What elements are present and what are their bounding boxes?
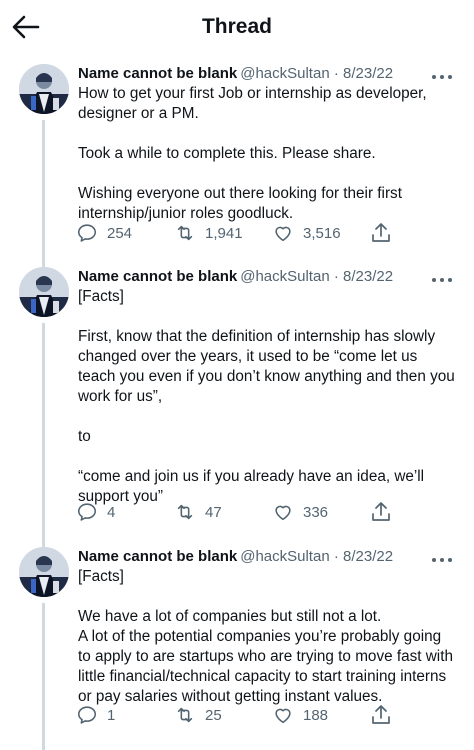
tweet-actions: 1 25 188 (76, 703, 396, 729)
retweet-count: 25 (205, 706, 222, 724)
retweet-button[interactable]: 25 (174, 703, 222, 727)
tweet-date[interactable]: 8/23/22 (343, 268, 393, 285)
like-count: 336 (303, 503, 329, 521)
retweet-count: 47 (205, 503, 222, 521)
more-icon (432, 558, 452, 562)
author-handle[interactable]: @hackSultan (240, 268, 329, 285)
avatar[interactable] (19, 547, 69, 597)
reply-count: 4 (107, 503, 116, 521)
thread-line (42, 120, 45, 264)
share-icon (372, 705, 390, 724)
tweet[interactable]: Name cannot be blank @hackSultan · 8/23/2… (0, 264, 474, 544)
more-icon (432, 278, 452, 282)
retweet-button[interactable]: 47 (174, 500, 222, 524)
tweet[interactable]: Name cannot be blank @hackSultan · 8/23/2… (0, 64, 474, 264)
avatar[interactable] (19, 64, 69, 114)
tweet-header: Name cannot be blank @hackSultan · 8/23/2… (78, 64, 393, 86)
tweet-paragraph: [Facts] (78, 568, 124, 585)
author-name[interactable]: Name cannot be blank (78, 65, 237, 82)
retweet-icon (177, 504, 193, 520)
tweet-actions: 254 1,941 3,516 (76, 221, 396, 247)
retweet-icon (177, 225, 193, 241)
share-button[interactable] (370, 703, 392, 727)
reply-count: 254 (107, 224, 133, 242)
avatar-image (19, 64, 69, 114)
tweet-paragraph: First, know that the definition of inter… (78, 328, 455, 405)
avatar-image (19, 267, 69, 317)
tweet-paragraph: We have a lot of companies but still not… (78, 608, 453, 705)
reply-button[interactable]: 4 (76, 500, 115, 524)
separator: · (333, 268, 339, 285)
tweet[interactable]: Name cannot be blank @hackSultan · 8/23/2… (0, 544, 474, 750)
tweet-paragraph: Took a while to complete this. Please sh… (78, 145, 376, 162)
share-icon (372, 223, 390, 242)
tweet-text: [Facts] We have a lot of companies but s… (78, 567, 458, 707)
page-title: Thread (201, 15, 272, 38)
separator: · (333, 548, 339, 565)
retweet-icon (177, 707, 193, 723)
thread-line (42, 603, 45, 750)
more-options-button[interactable] (430, 552, 454, 562)
like-button[interactable]: 188 (272, 703, 328, 727)
tweet-header: Name cannot be blank @hackSultan · 8/23/2… (78, 547, 393, 569)
retweet-button[interactable]: 1,941 (174, 221, 243, 245)
reply-button[interactable]: 254 (76, 221, 132, 245)
more-options-button[interactable] (430, 69, 454, 79)
more-icon (432, 75, 452, 79)
author-handle[interactable]: @hackSultan (240, 548, 329, 565)
thread-line (42, 323, 45, 544)
retweet-count: 1,941 (205, 224, 243, 242)
separator: · (333, 65, 339, 82)
avatar[interactable] (19, 267, 69, 317)
share-icon (372, 502, 390, 521)
tweet-date[interactable]: 8/23/22 (343, 65, 393, 82)
heart-icon (275, 708, 291, 724)
reply-count: 1 (107, 706, 116, 724)
thread-header: Thread (0, 0, 474, 52)
tweet-text: How to get your first Job or internship … (78, 84, 458, 224)
tweet-paragraph: Wishing everyone out there looking for t… (78, 185, 402, 222)
author-handle[interactable]: @hackSultan (240, 65, 329, 82)
like-button[interactable]: 336 (272, 500, 328, 524)
author-name[interactable]: Name cannot be blank (78, 548, 237, 565)
reply-icon (77, 224, 97, 242)
tweet-paragraph: to (78, 428, 91, 445)
heart-icon (275, 226, 291, 242)
tweet-header: Name cannot be blank @hackSultan · 8/23/2… (78, 267, 393, 289)
share-button[interactable] (370, 221, 392, 245)
reply-icon (77, 706, 97, 724)
more-options-button[interactable] (430, 272, 454, 282)
tweet-paragraph: [Facts] (78, 288, 124, 305)
tweet-actions: 4 47 336 (76, 500, 396, 526)
reply-button[interactable]: 1 (76, 703, 115, 727)
tweet-text: [Facts] First, know that the definition … (78, 287, 458, 507)
tweet-paragraph: How to get your first Job or internship … (78, 85, 427, 122)
like-button[interactable]: 3,516 (272, 221, 341, 245)
tweet-date[interactable]: 8/23/22 (343, 548, 393, 565)
like-count: 3,516 (303, 224, 341, 242)
avatar-image (19, 547, 69, 597)
reply-icon (77, 503, 97, 521)
like-count: 188 (303, 706, 329, 724)
author-name[interactable]: Name cannot be blank (78, 268, 237, 285)
heart-icon (275, 505, 291, 521)
share-button[interactable] (370, 500, 392, 524)
